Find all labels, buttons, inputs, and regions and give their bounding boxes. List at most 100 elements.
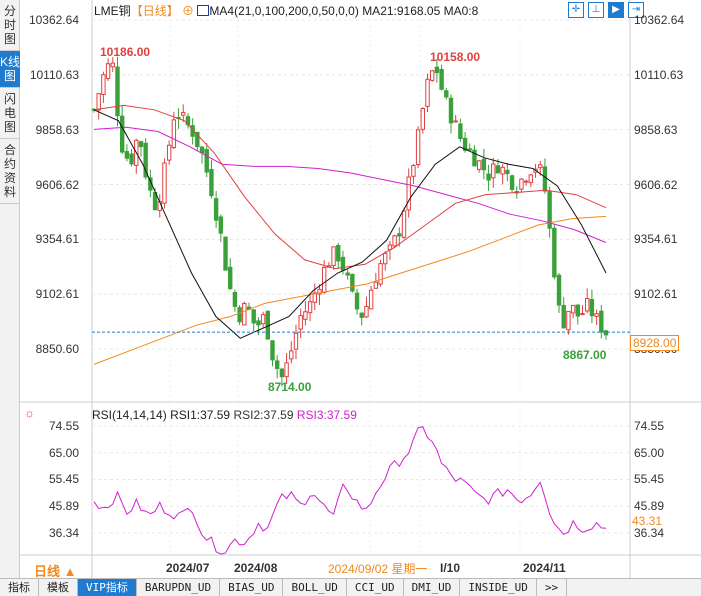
candle-body — [101, 74, 106, 95]
candle-body — [307, 301, 313, 314]
candle-body — [166, 144, 172, 161]
indicator-tab[interactable]: BARUPDN_UD — [137, 579, 221, 596]
rsi-title: RSI(14,14,14) RSI1:37.59 RSI2:37.59 RSI3… — [92, 408, 357, 422]
price-axis-label: 9102.61 — [634, 287, 678, 302]
candle-body — [542, 166, 548, 192]
crosshair-icon[interactable]: ✛ — [568, 2, 584, 18]
date-label: 2024/11 — [523, 561, 566, 575]
candle-body — [279, 368, 285, 378]
add-icon[interactable]: ⊕ — [182, 4, 194, 18]
indicator-tab[interactable]: BOLL_UD — [283, 579, 347, 596]
price-axis-label: 8850.60 — [35, 342, 79, 356]
rsi-axis-label: 65.00 — [634, 445, 665, 460]
candle-body — [570, 304, 576, 314]
price-axis-label: 9858.63 — [35, 122, 79, 137]
rsi-axis-label: 45.89 — [634, 499, 665, 514]
ma21-value: MA21:9168.05 — [362, 4, 441, 18]
sidebar: 分时图 K线图 闪电图 合约资料 — [0, 0, 20, 578]
candle-body — [566, 310, 571, 331]
candle-body — [218, 216, 224, 234]
range-icon[interactable]: ⊥ — [588, 2, 604, 18]
candle-body — [397, 233, 402, 237]
candle-body — [213, 198, 219, 221]
candle-body — [359, 312, 364, 318]
rsi-settings-icon[interactable]: ☼ — [24, 406, 35, 420]
candle-body — [444, 90, 449, 98]
price-axis-label: 10362.64 — [28, 13, 79, 27]
indicator-tabs: 指标 模板 VIP指标 BARUPDN_UD BIAS_UD BOLL_UD CCI_UD D… — [0, 578, 701, 596]
candle-body — [500, 166, 505, 175]
ma0-value: MA0:8 — [443, 4, 479, 18]
toolbar: ✛ ⊥ ▶ ⇥ — [568, 2, 644, 18]
sidebar-tab[interactable]: K线图 — [0, 51, 20, 88]
candle-body — [509, 175, 515, 190]
indicator-tab[interactable]: DMI_UD — [404, 579, 461, 596]
rsi-axis-label: 74.55 — [48, 419, 79, 433]
candle-body — [401, 210, 407, 238]
price-axis-label: 9354.61 — [35, 232, 79, 247]
candle-body — [274, 360, 280, 369]
candle-body — [321, 267, 327, 293]
candle-body — [181, 112, 186, 116]
candle-body — [495, 165, 501, 174]
symbol: LME铜 — [94, 4, 131, 18]
candle-body — [303, 311, 308, 320]
price-axis-label: 9102.61 — [35, 287, 79, 302]
rsi-axis-label: 65.00 — [48, 445, 79, 460]
indicator-tab[interactable]: 模板 — [39, 579, 78, 596]
candle-body — [373, 281, 379, 289]
candle-body — [354, 292, 360, 310]
price-axis-label: 9354.61 — [634, 232, 678, 247]
candle-body — [594, 313, 599, 317]
rsi-axis-label: 36.34 — [634, 526, 665, 540]
sidebar-tab[interactable]: 闪电图 — [0, 88, 20, 139]
chart-canvas[interactable] — [20, 0, 701, 578]
candle-body — [378, 263, 383, 285]
candle-body — [228, 266, 233, 290]
candle-body — [552, 227, 557, 278]
candle-body — [519, 178, 524, 190]
candle-body — [528, 174, 534, 184]
candle-body — [119, 115, 125, 153]
indicator-tab[interactable]: VIP指标 — [78, 579, 137, 596]
candle-body — [204, 148, 209, 173]
indicator-tab[interactable]: >> — [537, 579, 568, 596]
indicator-tab[interactable]: INSIDE_UD — [460, 579, 537, 596]
candle-body — [434, 66, 440, 74]
candle-body — [556, 274, 562, 306]
candle-body — [585, 298, 590, 312]
candle-body — [298, 315, 303, 330]
candle-body — [589, 298, 595, 317]
candle-body — [110, 62, 115, 68]
candle-body — [345, 272, 350, 276]
price-axis-label: 9606.62 — [634, 177, 678, 192]
candle-body — [430, 70, 435, 81]
candle-body — [293, 332, 299, 350]
date-label: 2024/07 — [166, 561, 210, 575]
indicator-tab[interactable]: 指标 — [0, 579, 39, 596]
price-annotation: 8867.00 — [563, 348, 607, 362]
candle-body — [115, 66, 120, 117]
indicator-tab[interactable]: BIAS_UD — [220, 579, 284, 596]
rsi-axis-label: 45.89 — [48, 499, 79, 514]
candle-body — [538, 164, 543, 169]
rsi-axis-label: 36.34 — [48, 526, 79, 540]
candle-body — [340, 256, 346, 271]
play-icon[interactable]: ▶ — [608, 2, 624, 18]
candle-body — [599, 310, 604, 333]
candle-body — [392, 235, 397, 247]
price-axis-label: 10362.64 — [634, 13, 685, 27]
sidebar-tab[interactable]: 分时图 — [0, 0, 20, 51]
candle-body — [439, 68, 444, 90]
price-axis-label: 9858.63 — [634, 122, 678, 137]
ma-label: MA4(21,0,100,200,0,50,0,0) — [209, 4, 359, 18]
chart-title: LME铜【日线】 ⊕ MA4(21,0,100,200,0,50,0,0) MA… — [94, 2, 478, 19]
candle-body — [491, 163, 496, 179]
ma-settings-icon[interactable] — [197, 5, 210, 16]
kline-chart[interactable]: LME铜【日线】 ⊕ MA4(21,0,100,200,0,50,0,0) MA… — [20, 0, 701, 579]
indicator-tab[interactable]: CCI_UD — [347, 579, 404, 596]
sidebar-tab[interactable]: 合约资料 — [0, 139, 20, 204]
date-label: I/10 — [440, 561, 461, 575]
candle-body — [124, 151, 130, 159]
period-label: 【日线】 — [130, 4, 179, 18]
